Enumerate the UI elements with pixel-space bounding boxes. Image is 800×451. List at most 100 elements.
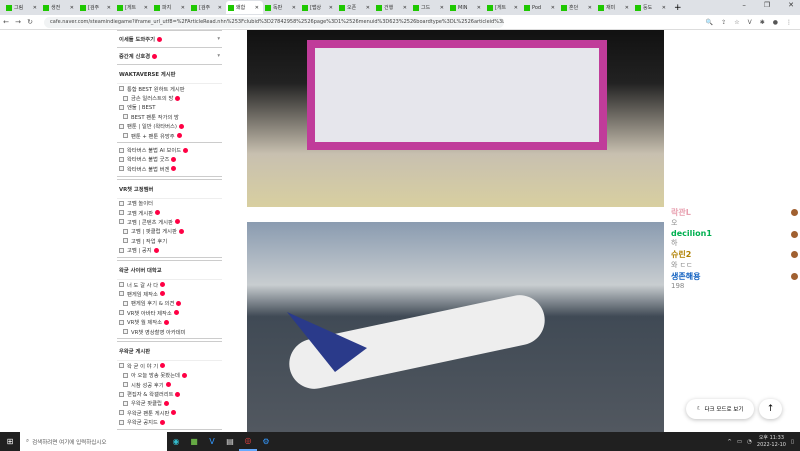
browser-tab[interactable]: [검주 ✕	[78, 1, 115, 14]
sidebar-menu-item[interactable]: VR챗 아바타 제작소	[117, 308, 222, 317]
minimize-button[interactable]: –	[742, 1, 746, 9]
tray-chevron-icon[interactable]: ^	[727, 439, 732, 445]
close-tab-icon[interactable]: ✕	[588, 5, 592, 11]
close-tab-icon[interactable]: ✕	[144, 5, 148, 11]
sidebar-menu-item[interactable]: 고멤 | 콘텐츠 게시판	[117, 217, 222, 226]
close-tab-icon[interactable]: ✕	[70, 5, 74, 11]
notification-icon[interactable]: ▯	[791, 439, 794, 445]
browser-tab[interactable]: [게트 ✕	[115, 1, 152, 14]
close-tab-icon[interactable]: ✕	[551, 5, 555, 11]
browser-tab[interactable]: Pod ✕	[522, 1, 559, 14]
steam-icon[interactable]: ⚙	[257, 432, 275, 451]
close-tab-icon[interactable]: ✕	[403, 5, 407, 11]
scroll-top-button[interactable]: ↑	[759, 399, 782, 419]
browser-tab[interactable]: 건행 ✕	[374, 1, 411, 14]
close-tab-icon[interactable]: ✕	[218, 5, 222, 11]
sidebar-menu-item[interactable]: 우왁굳 팬툰 게시판	[117, 408, 222, 417]
browser-tab[interactable]: 파지 ✕	[152, 1, 189, 14]
chat-nickname[interactable]: decilion1	[671, 229, 800, 238]
browser-tab[interactable]: 생전 ✕	[41, 1, 78, 14]
forward-icon[interactable]: →	[12, 18, 24, 26]
taskbar-search[interactable]: ⌕ 검색하려면 여기에 입력하십시오	[20, 432, 167, 451]
sidebar-menu-item[interactable]: 왁타버스 불법 AI 보이드	[117, 145, 222, 154]
sidebar-menu-item[interactable]: 시참 성공 후기	[117, 380, 222, 389]
close-tab-icon[interactable]: ✕	[366, 5, 370, 11]
clock[interactable]: 오후 11:33 2022-12-10	[757, 435, 786, 449]
sidebar-menu-item[interactable]: 엔둘 | BEST	[117, 103, 222, 112]
close-tab-icon[interactable]: ✕	[329, 5, 333, 11]
browser-tab[interactable]: 오픈 ✕	[337, 1, 374, 14]
maximize-button[interactable]: ❐	[764, 1, 770, 9]
volume-icon[interactable]: ◔	[747, 439, 752, 445]
chat-nickname[interactable]: 락관L	[671, 207, 800, 218]
minecraft-icon[interactable]: ■	[185, 432, 203, 451]
sidebar-menu-item[interactable]: 아 오늘 방송 못봤는데	[117, 371, 222, 380]
sidebar-menu-item[interactable]: 편집자 & 왁갤러리트	[117, 389, 222, 398]
close-tab-icon[interactable]: ✕	[255, 5, 259, 11]
close-button[interactable]: ✕	[788, 1, 794, 9]
sidebar-menu-item[interactable]: 고멤 놀이터	[117, 199, 222, 208]
url-input[interactable]: cafe.naver.com/steamindiegame?iframe_url…	[44, 16, 504, 28]
sidebar-menu-item[interactable]: 팬게임 제작소	[117, 289, 222, 298]
sidebar-menu-item[interactable]: 우왁굳 공지드	[117, 418, 222, 427]
windows-start-icon[interactable]: ⊞	[0, 437, 20, 446]
close-tab-icon[interactable]: ✕	[514, 5, 518, 11]
browser-tab[interactable]: [맵상 ✕	[300, 1, 337, 14]
sidebar-menu-item[interactable]: 너 도 갈 사 다	[117, 280, 222, 289]
new-tab-button[interactable]: +	[674, 3, 682, 13]
sidebar-button[interactable]: 중간계 신호경 ▾	[117, 47, 222, 64]
sidebar-menu-item[interactable]: 고멤 | 공지	[117, 245, 222, 254]
browser-tab[interactable]: 재미 ✕	[596, 1, 633, 14]
share-icon[interactable]: ⇪	[721, 19, 726, 26]
zoom-icon[interactable]: 🔍	[706, 19, 713, 26]
browser-tab[interactable]: [검주 ✕	[189, 1, 226, 14]
sidebar-menu-item[interactable]: 왁타버스 불법 버겐	[117, 164, 222, 173]
notepad-icon[interactable]: ▤	[221, 432, 239, 451]
edge-icon[interactable]: ◉	[167, 432, 185, 451]
browser-tab[interactable]: 독판 ✕	[263, 1, 300, 14]
chrome-icon[interactable]: ◎	[239, 432, 257, 451]
dark-mode-button[interactable]: ☾ 다크 모드로 보기	[686, 399, 754, 419]
sidebar-menu-item[interactable]: 고멤 | 팟클럽 게시판	[117, 227, 222, 236]
sidebar-menu-item[interactable]: 금손 일러스트의 방	[117, 93, 222, 102]
network-icon[interactable]: ▭	[737, 439, 742, 445]
browser-tab[interactable]: 그림 ✕	[4, 1, 41, 14]
browser-tab[interactable]: [게트 ✕	[485, 1, 522, 14]
bookmark-icon[interactable]: ☆	[734, 19, 739, 26]
sidebar-menu-item[interactable]: 팬툰 | 일반 (왁타버스)	[117, 122, 222, 131]
reload-icon[interactable]: ↻	[24, 18, 36, 26]
sidebar-menu-item[interactable]: 팬툰 + 팬툰 유망주	[117, 131, 222, 140]
close-tab-icon[interactable]: ✕	[440, 5, 444, 11]
extension-icon[interactable]: V	[748, 19, 752, 26]
sidebar-menu-item[interactable]: VR챗 영상촬영 아카데미	[117, 327, 222, 336]
close-tab-icon[interactable]: ✕	[625, 5, 629, 11]
sidebar-button[interactable]: 이세돌 도와주기 ▾	[117, 30, 222, 47]
sidebar-menu-item[interactable]: BEST 팬툰 작가의 방	[117, 112, 222, 121]
sidebar-menu-item[interactable]: 왁 굳 이 야 기	[117, 361, 222, 370]
profile-avatar[interactable]: ●	[773, 19, 778, 26]
chat-nickname[interactable]: 생존해용	[671, 271, 800, 282]
sidebar-menu-item[interactable]: VR챗 월 제작소	[117, 317, 222, 326]
puzzle-icon[interactable]: ✱	[760, 19, 765, 26]
menu-icon[interactable]: ⋮	[786, 19, 792, 26]
sidebar-menu-item[interactable]: 고멤 | 작업 후기	[117, 236, 222, 245]
close-tab-icon[interactable]: ✕	[292, 5, 296, 11]
close-tab-icon[interactable]: ✕	[477, 5, 481, 11]
close-tab-icon[interactable]: ✕	[662, 5, 666, 11]
sidebar-menu-item[interactable]: 고멤 게시판	[117, 208, 222, 217]
browser-tab[interactable]: 혼던 ✕	[559, 1, 596, 14]
sidebar-menu-item[interactable]: 팬게임 후기 & 의견	[117, 299, 222, 308]
close-tab-icon[interactable]: ✕	[181, 5, 185, 11]
back-icon[interactable]: ←	[0, 18, 12, 26]
chat-nickname[interactable]: 슈린2	[671, 249, 800, 260]
browser-tab[interactable]: MIN ✕	[448, 1, 485, 14]
sidebar-menu-item[interactable]: 우왁굳 팟클립	[117, 399, 222, 408]
browser-tab[interactable]: 그드 ✕	[411, 1, 448, 14]
sidebar-menu-item[interactable]: 왁타버스 불법 굿즈	[117, 155, 222, 164]
browser-tab[interactable]: 둥도 ✕	[633, 1, 670, 14]
close-tab-icon[interactable]: ✕	[107, 5, 111, 11]
sidebar-menu-item[interactable]: 통합 BEST 왼하트 게시판	[117, 84, 222, 93]
vscode-icon[interactable]: V	[203, 432, 221, 451]
close-tab-icon[interactable]: ✕	[33, 5, 37, 11]
browser-tab[interactable]: 왜합 ✕	[226, 1, 263, 14]
